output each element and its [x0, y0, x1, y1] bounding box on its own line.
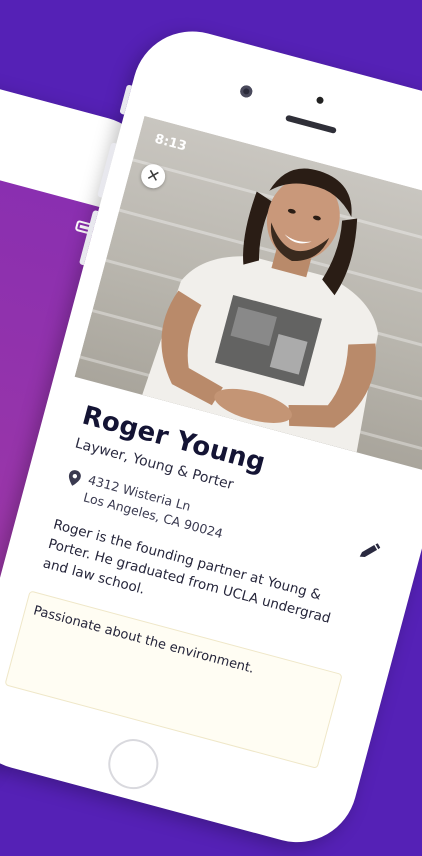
home-button[interactable] — [102, 733, 164, 795]
pencil-icon[interactable] — [357, 539, 381, 563]
mute-switch — [119, 84, 132, 115]
front-camera — [238, 84, 254, 99]
proximity-sensor — [315, 96, 325, 105]
location-pin-icon — [68, 470, 81, 486]
earpiece-speaker — [285, 114, 337, 134]
